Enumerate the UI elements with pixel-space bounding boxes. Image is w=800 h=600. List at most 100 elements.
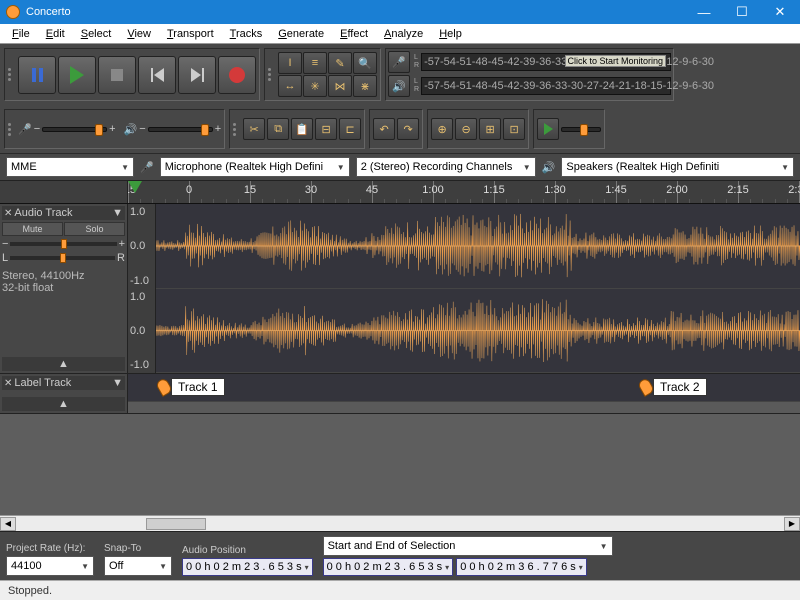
zoom-out-icon[interactable]: ⊖ [455,118,477,140]
draw-tool-icon[interactable]: ✎ [328,52,352,74]
selection-mode-combo[interactable]: Start and End of Selection▼ [323,536,613,556]
mute-button[interactable]: Mute [2,222,63,236]
waveform-right[interactable] [156,289,800,374]
playback-volume-slider[interactable] [148,127,213,132]
multi-tool-icon[interactable]: ✳ [303,75,327,97]
redo-icon[interactable]: ↷ [397,118,419,140]
recording-volume-slider[interactable] [42,127,107,132]
cut-icon[interactable]: ✂ [243,118,265,140]
record-button[interactable] [218,56,256,94]
project-rate-combo[interactable]: 44100▼ [6,556,94,576]
selection-end-field[interactable]: 0 0 h 0 2 m 3 6 . 7 7 6 s▾ [456,558,587,576]
playback-speed-slider[interactable] [561,127,601,132]
transport-toolbar [4,48,260,101]
audio-host-combo[interactable]: MME▼ [6,157,134,177]
zoom-tool-icon[interactable]: 🔍 [353,52,377,74]
recording-channels-combo[interactable]: 2 (Stereo) Recording Channels▼ [356,157,536,177]
recording-meter[interactable]: Click to Start Monitoring -57-54-51-48-4… [421,53,671,71]
fit-project-icon[interactable]: ⊡ [503,118,525,140]
grip-icon[interactable] [8,52,14,97]
track-label[interactable]: Track 2 [640,378,707,396]
status-bar: Stopped. [0,580,800,600]
pan-slider[interactable] [10,256,115,260]
menu-edit[interactable]: Edit [38,26,73,42]
horizontal-scrollbar[interactable]: ◀ ▶ [0,515,800,531]
track-control-panel: ✕ Audio Track ▼ Mute Solo −+ LR Stereo, … [0,204,128,373]
menu-transport[interactable]: Transport [159,26,222,42]
playback-device-combo[interactable]: Speakers (Realtek High Definiti▼ [561,157,794,177]
mic-icon: 🎤 [18,123,32,136]
track-label[interactable]: Track 1 [158,378,225,396]
zoom-in-icon[interactable]: ⊕ [431,118,453,140]
recording-device-combo[interactable]: Microphone (Realtek High Defini▼ [160,157,350,177]
selection-start-field[interactable]: 0 0 h 0 2 m 2 3 . 6 5 3 s▾ [323,558,454,576]
solo-button[interactable]: Solo [64,222,125,236]
audio-position-label: Audio Position [182,545,313,556]
grip-icon[interactable] [8,113,14,145]
play-button[interactable] [58,56,96,94]
close-button[interactable]: ✕ [766,3,794,21]
snap-to-combo[interactable]: Off▼ [104,556,172,576]
audio-position-field[interactable]: 0 0 h 0 2 m 2 3 . 6 5 3 s▾ [182,558,313,576]
close-track-icon[interactable]: ✕ [4,378,12,389]
scroll-right-icon[interactable]: ▶ [784,517,800,531]
tools-toolbar: I ≡ ✎ 🔍 ↔ ✳ ⋈ ⋇ [264,48,381,101]
minimize-button[interactable]: — [690,3,718,21]
timeline-ruler[interactable]: -1501530451:001:151:301:452:002:152:30 [0,180,800,204]
scrollbar-thumb[interactable] [146,518,206,530]
vertical-scale: 1.00.0-1.0 [128,204,156,289]
menu-analyze[interactable]: Analyze [376,26,431,42]
envelope-tool-icon[interactable]: ≡ [303,52,327,74]
play-at-speed-button[interactable] [537,118,559,140]
track-menu-icon[interactable]: ▼ [112,207,123,219]
menu-tracks[interactable]: Tracks [222,26,271,42]
toolbars: I ≡ ✎ 🔍 ↔ ✳ ⋈ ⋇ 🎤 LR Click to Start Moni… [0,44,800,153]
menu-file[interactable]: File [4,26,38,42]
playhead-icon[interactable] [128,181,142,193]
menu-effect[interactable]: Effect [332,26,376,42]
menu-help[interactable]: Help [431,26,470,42]
trim-icon[interactable]: ⊟ [315,118,337,140]
playback-meter[interactable]: -57-54-51-48-45-42-39-36-33-30-27-24-21-… [421,77,671,95]
tool-extra-2-icon[interactable]: ⋇ [353,75,377,97]
copy-icon[interactable]: ⧉ [267,118,289,140]
tool-extra-1-icon[interactable]: ⋈ [328,75,352,97]
stop-button[interactable] [98,56,136,94]
undo-icon[interactable]: ↶ [373,118,395,140]
tracks-area: ✕ Audio Track ▼ Mute Solo −+ LR Stereo, … [0,204,800,515]
window-title: Concerto [26,6,690,18]
menu-view[interactable]: View [119,26,159,42]
skip-start-button[interactable] [138,56,176,94]
zoom-toolbar: ⊕ ⊖ ⊞ ⊡ [427,109,529,149]
track-name[interactable]: Label Track [14,377,71,389]
scroll-left-icon[interactable]: ◀ [0,517,16,531]
waveform-left[interactable] [156,204,800,289]
lr-label: LR [414,78,419,94]
selection-tool-icon[interactable]: I [278,52,302,74]
grip-icon[interactable] [233,113,239,145]
grip-icon[interactable] [268,52,274,97]
maximize-button[interactable]: ☐ [728,3,756,21]
track-control-panel: ✕ Label Track ▼ ▲ [0,374,128,413]
pause-button[interactable] [18,56,56,94]
gain-slider[interactable] [10,242,116,246]
rec-meter-mic-icon[interactable]: 🎤 [388,51,410,73]
track-menu-icon[interactable]: ▼ [112,377,123,389]
track-name[interactable]: Audio Track [14,207,72,219]
label-lane[interactable]: Track 1 Track 2 [128,374,800,402]
timeshift-tool-icon[interactable]: ↔ [278,75,302,97]
edit-toolbar: ✂ ⧉ 📋 ⊟ ⊏ [229,109,365,149]
close-track-icon[interactable]: ✕ [4,208,12,219]
menu-generate[interactable]: Generate [270,26,332,42]
fit-selection-icon[interactable]: ⊞ [479,118,501,140]
play-at-speed-toolbar [533,109,605,149]
menu-select[interactable]: Select [73,26,120,42]
collapse-track-icon[interactable]: ▲ [2,357,125,371]
speaker-icon: 🔊 [124,123,138,136]
collapse-track-icon[interactable]: ▲ [2,397,125,411]
silence-icon[interactable]: ⊏ [339,118,361,140]
play-meter-speaker-icon[interactable]: 🔊 [388,75,410,97]
skip-end-button[interactable] [178,56,216,94]
project-rate-label: Project Rate (Hz): [6,543,94,554]
paste-icon[interactable]: 📋 [291,118,313,140]
